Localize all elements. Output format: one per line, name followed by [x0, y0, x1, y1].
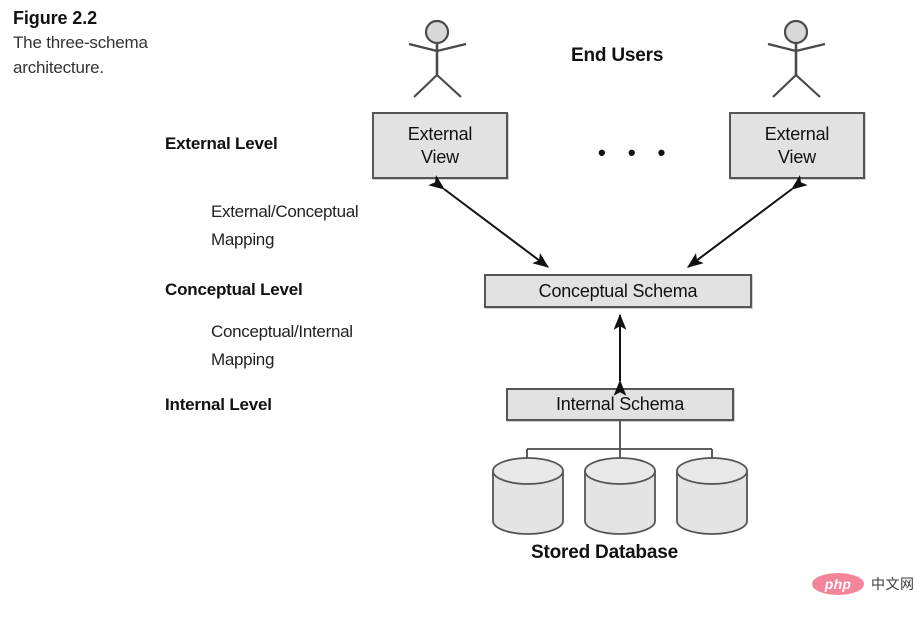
figure-caption-line-1: The three-schema — [13, 33, 148, 52]
external-view-left-label-line-2: View — [421, 146, 459, 167]
connector-internal-schema-to-database — [526, 421, 713, 465]
label-conceptual-internal-mapping-line-1: Conceptual/Internal — [211, 322, 353, 341]
label-internal-level: Internal Level — [165, 395, 272, 414]
stick-figure-user-right — [767, 19, 826, 98]
external-view-left-label-line-1: External — [407, 124, 473, 144]
watermark-php-logo: php — [812, 573, 864, 595]
database-cylinder-1 — [492, 457, 564, 535]
figure-canvas: Figure 2.2 The three-schema architecture… — [0, 0, 915, 620]
figure-caption-line-2: architecture. — [13, 58, 104, 77]
arrow-external-left-to-conceptual — [428, 174, 549, 268]
stick-figure-user-left — [408, 19, 467, 98]
watermark: php 中文网 — [812, 573, 915, 595]
label-external-conceptual-mapping-line-2: Mapping — [211, 230, 275, 249]
node-external-view-left: External View — [372, 112, 508, 179]
database-cylinder-3 — [676, 457, 748, 535]
node-internal-schema: Internal Schema — [506, 388, 734, 421]
node-external-view-right: External View — [729, 112, 865, 179]
label-conceptual-level: Conceptual Level — [165, 280, 303, 299]
watermark-site-name: 中文网 — [871, 576, 915, 592]
external-view-right-label-line-2: View — [778, 146, 816, 167]
node-conceptual-schema: Conceptual Schema — [484, 274, 752, 308]
database-cylinder-2 — [584, 457, 656, 535]
internal-schema-label: Internal Schema — [555, 394, 685, 415]
label-end-users: End Users — [571, 45, 664, 66]
label-conceptual-internal-mapping-line-2: Mapping — [211, 350, 275, 369]
label-stored-database: Stored Database — [531, 542, 678, 563]
label-external-conceptual-mapping-line-1: External/Conceptual — [211, 202, 359, 221]
label-external-level: External Level — [165, 134, 278, 153]
ellipsis-more-views: • • • — [598, 140, 674, 165]
external-view-right-label-line-1: External — [764, 124, 830, 144]
diagram-vector-layer — [408, 19, 826, 535]
figure-number: Figure 2.2 — [13, 8, 98, 28]
arrow-external-right-to-conceptual — [687, 174, 808, 268]
conceptual-schema-label: Conceptual Schema — [538, 280, 698, 301]
